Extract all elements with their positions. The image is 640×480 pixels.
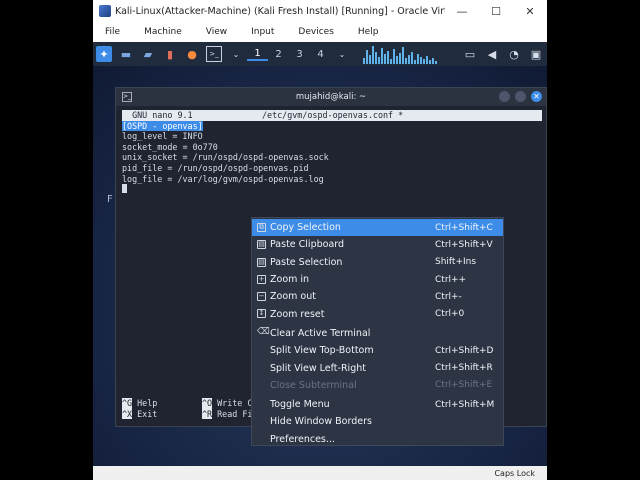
minimize-button[interactable] — [499, 91, 510, 102]
menu-help[interactable]: Help — [346, 27, 391, 37]
desktop-icon[interactable]: ▬ — [118, 46, 134, 62]
text-cursor — [122, 184, 127, 194]
menu-item-paste-selection[interactable]: ▤ Paste Selection Shift+Ins — [252, 254, 503, 271]
zoom-out-icon: − — [257, 292, 266, 302]
menu-item-toggle-menu[interactable]: Toggle Menu Ctrl+Shift+M — [252, 396, 503, 413]
code-line: pid_file = /run/ospd/ospd-openvas.pid — [122, 162, 309, 173]
terminal-titlebar[interactable]: >_ mujahid@kali: ~ ✕ — [116, 88, 546, 106]
window-title: Kali-Linux(Attacker-Machine) (Kali Fresh… — [115, 5, 445, 17]
nano-file-path: /etc/gvm/ospd-openvas.conf * — [262, 110, 404, 120]
maximize-button[interactable]: ☐ — [479, 5, 513, 18]
nano-version: GNU nano 9.1 — [122, 110, 193, 120]
close-button[interactable]: ✕ — [513, 5, 547, 18]
menu-view[interactable]: View — [194, 27, 239, 37]
menu-item-split-top-bottom[interactable]: Split View Top-Bottom Ctrl+Shift+D — [252, 342, 503, 359]
workspace-3[interactable]: 3 — [289, 49, 310, 60]
menu-item-hide-borders[interactable]: Hide Window Borders — [252, 413, 503, 430]
workspace-4[interactable]: 4 — [310, 49, 331, 60]
exit-key: ^X — [122, 408, 133, 420]
display-icon[interactable]: ▭ — [462, 46, 478, 62]
context-menu: ⧉ Copy Selection Ctrl+Shift+C ▤ Paste Cl… — [251, 217, 504, 446]
workspace-1[interactable]: 1 — [247, 48, 268, 61]
menu-machine[interactable]: Machine — [132, 27, 194, 37]
code-line: log_level = INFO — [122, 131, 203, 142]
menu-item-close-subterminal: Close Subterminal Ctrl+Shift+E — [270, 379, 493, 391]
help-text: Help — [132, 398, 158, 408]
cursor-line — [122, 184, 542, 196]
firefox-icon[interactable]: ● — [184, 46, 200, 62]
terminal-icon[interactable]: >_ — [206, 46, 222, 62]
kali-menu-icon[interactable]: ✦ — [96, 46, 112, 62]
workspace-2[interactable]: 2 — [268, 49, 289, 60]
virtualbox-menubar: File Machine View Input Devices Help — [93, 22, 547, 42]
menu-file[interactable]: File — [93, 27, 132, 37]
minimize-button[interactable]: — — [445, 5, 479, 18]
code-line: socket_mode = 0o770 — [122, 141, 218, 152]
zoom-reset-icon: ↕ — [257, 309, 266, 319]
notifications-icon[interactable]: ◔ — [506, 46, 522, 62]
config-section: [OSPD - openvas] — [122, 120, 203, 131]
exit-text: Exit — [132, 408, 158, 419]
maximize-button[interactable] — [515, 91, 526, 102]
menu-item-zoom-in[interactable]: + Zoom in Ctrl++ — [252, 271, 503, 288]
kali-top-panel: ✦ ▬ ▰ ▮ ● >_ ⌄ 1 2 3 4 ⌄ ▭ ◀ ◔ ▣ — [93, 42, 547, 66]
menu-item-split-left-right[interactable]: Split View Left-Right Ctrl+Shift+R — [252, 359, 503, 376]
terminal-title: mujahid@kali: ~ — [295, 92, 367, 102]
paste-icon: ▤ — [257, 240, 266, 250]
menu-item-zoom-out[interactable]: − Zoom out Ctrl+- — [252, 288, 503, 305]
menu-item-preferences[interactable]: Preferences... — [252, 431, 503, 448]
chevron-down-icon[interactable]: ⌄ — [334, 46, 350, 62]
zoom-in-icon: + — [257, 274, 266, 284]
text-editor-icon[interactable]: ▮ — [162, 46, 178, 62]
read-text: Read Fi — [212, 408, 253, 419]
menu-item-zoom-reset[interactable]: ↕ Zoom reset Ctrl+0 — [252, 305, 503, 322]
menu-item-clear-terminal[interactable]: ⌫ Clear Active Terminal — [252, 325, 503, 342]
file-manager-icon[interactable]: ▰ — [140, 46, 156, 62]
code-line: [OSPD - openvas] — [122, 120, 542, 132]
nano-header: GNU nano 9.1 /etc/gvm/ospd-openvas.conf … — [122, 110, 542, 121]
lock-icon[interactable]: ▣ — [528, 46, 544, 62]
chevron-down-icon[interactable]: ⌄ — [228, 46, 244, 62]
desktop-icon-label[interactable]: F — [107, 194, 113, 205]
read-key: ^R — [202, 408, 213, 420]
paste-icon: ▤ — [257, 257, 266, 267]
menu-item-paste-clipboard[interactable]: ▤ Paste Clipboard Ctrl+Shift+V — [252, 236, 503, 253]
virtualbox-icon — [99, 5, 111, 17]
virtualbox-titlebar: Kali-Linux(Attacker-Machine) (Kali Fresh… — [93, 0, 547, 22]
close-button[interactable]: ✕ — [531, 91, 542, 102]
cpu-graph — [363, 44, 437, 64]
menu-input[interactable]: Input — [239, 27, 286, 37]
caps-lock-indicator: Caps Lock — [494, 468, 535, 478]
clear-icon: ⌫ — [257, 326, 270, 337]
code-line: log_file = /var/log/gvm/ospd-openvas.log — [122, 173, 324, 184]
code-line: unix_socket = /run/ospd/ospd-openvas.soc… — [122, 152, 329, 163]
copy-icon: ⧉ — [257, 223, 266, 232]
speaker-icon[interactable]: ◀ — [484, 46, 500, 62]
write-text: Write C — [212, 398, 253, 408]
status-bar: Caps Lock — [93, 466, 547, 480]
help-key: ^G — [122, 398, 133, 409]
menu-item-copy-selection[interactable]: ⧉ Copy Selection Ctrl+Shift+C — [252, 219, 503, 237]
menu-devices[interactable]: Devices — [286, 27, 345, 37]
write-key: ^O — [202, 398, 213, 409]
terminal-icon: >_ — [122, 92, 132, 102]
